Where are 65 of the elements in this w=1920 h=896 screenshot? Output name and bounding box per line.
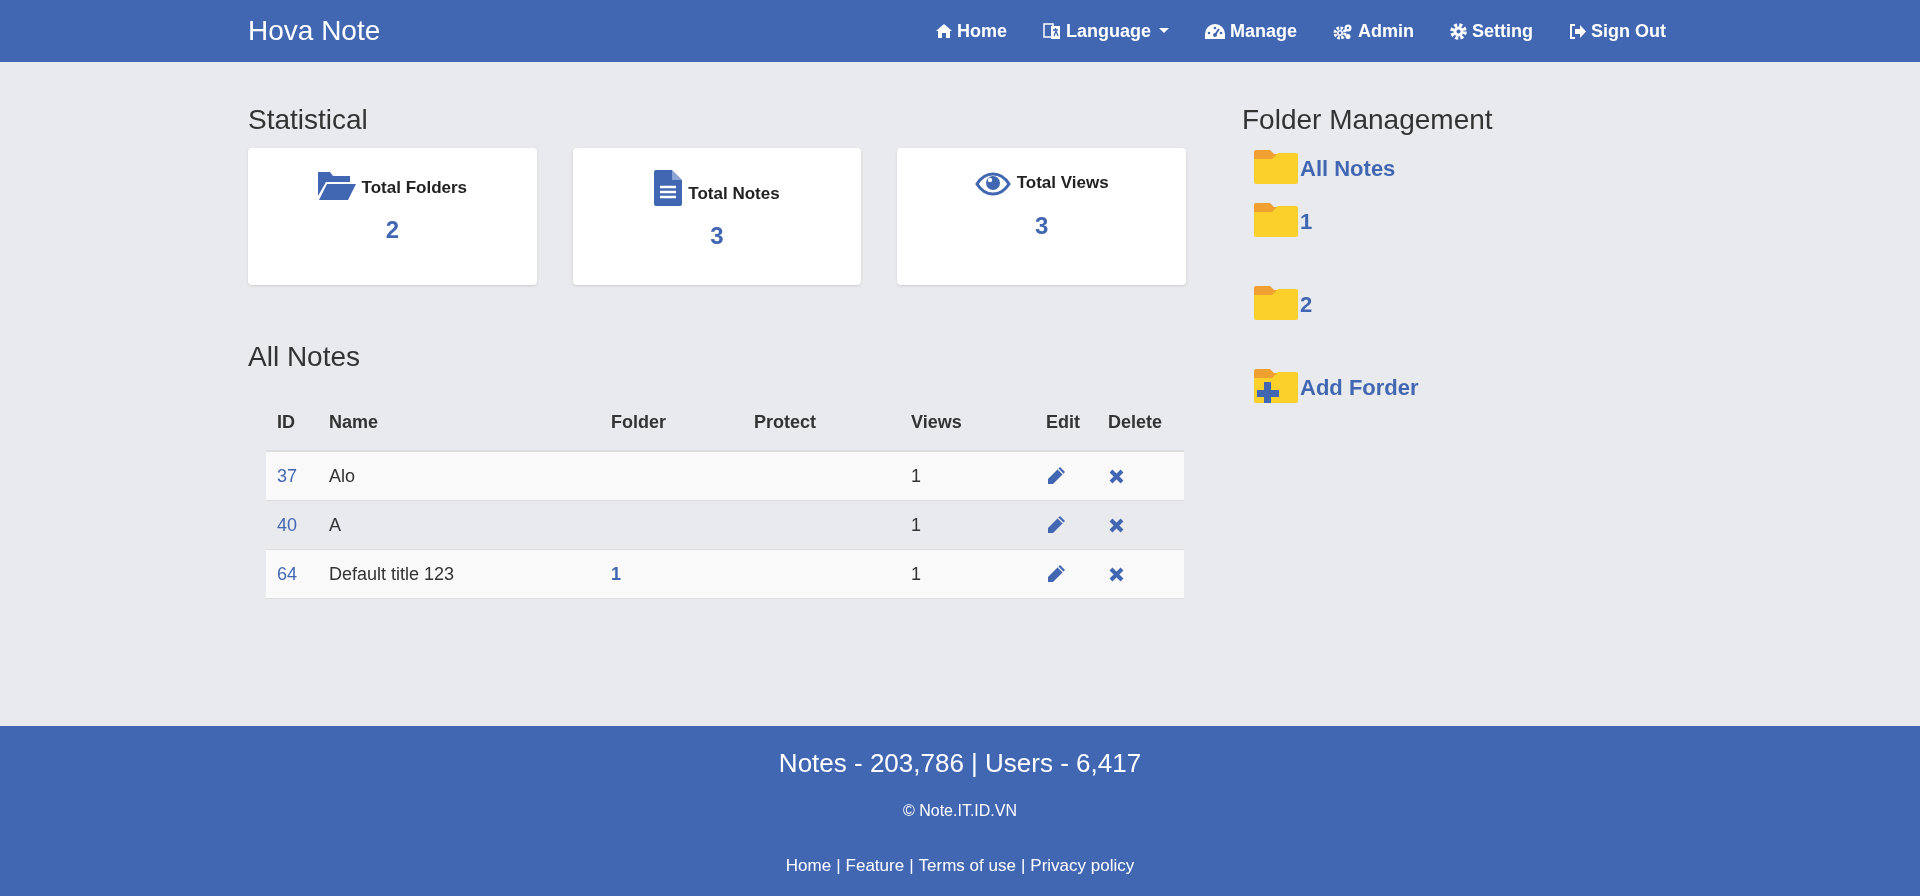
nav-link[interactable]: Setting [1450, 17, 1533, 45]
stat-label: Total Notes [688, 182, 780, 205]
note-id-link[interactable]: 40 [277, 511, 298, 539]
stat-value: 2 [385, 215, 399, 245]
table-cell-text: Alo [329, 464, 355, 488]
separator: | [1019, 855, 1027, 877]
column-header: Edit [1045, 411, 1081, 434]
table-cell-text: 1 [911, 562, 921, 586]
add-folder-link[interactable]: Add Forder [1254, 369, 1672, 404]
document-icon [654, 170, 683, 206]
stat-value: 3 [710, 221, 724, 251]
table-cell-text: 1 [911, 513, 921, 537]
delete-icon[interactable] [1108, 516, 1125, 534]
sign-out-icon [1569, 23, 1586, 39]
copyright-text: © Note.IT.ID.VN [902, 801, 1017, 821]
delete-icon[interactable] [1108, 467, 1125, 485]
home-icon [935, 24, 952, 38]
footer-link[interactable]: Feature [845, 853, 905, 879]
folder-link[interactable]: 1 [1254, 203, 1672, 238]
section-heading: Statistical [248, 106, 369, 134]
stat-label: Total Views [1016, 172, 1109, 194]
table-cell-text: 1 [911, 464, 921, 488]
table-cell-text: Default title 123 [329, 562, 455, 586]
stat-label: Total Folders [361, 176, 468, 199]
folder-link[interactable]: All Notes [1254, 150, 1672, 185]
folder-icon [1254, 203, 1298, 237]
note-id-link[interactable]: 37 [277, 462, 298, 490]
translate-icon [1042, 22, 1061, 40]
footer-link[interactable]: Terms of use [918, 853, 1016, 879]
column-header: Name [328, 411, 380, 434]
pencil-icon[interactable] [1046, 466, 1066, 486]
eye-icon [974, 171, 1011, 196]
folder-icon [317, 170, 356, 200]
column-header: Folder [610, 411, 667, 434]
footer-link[interactable]: Privacy policy [1030, 853, 1135, 879]
site-stats: Notes - 203,786 | Users - 6,417 [778, 747, 1142, 780]
folder-icon [1254, 150, 1298, 184]
nav-link[interactable]: Sign Out [1569, 17, 1666, 45]
separator: | [835, 855, 842, 877]
delete-icon[interactable] [1108, 565, 1125, 583]
brand-link[interactable]: Hova Note [248, 10, 381, 52]
add-folder-icon [1254, 369, 1298, 403]
folder-link[interactable]: 2 [1254, 286, 1672, 321]
column-header: Views [910, 411, 963, 434]
folder-icon [1254, 286, 1298, 320]
nav-link[interactable]: Manage [1204, 17, 1297, 45]
folder-link[interactable]: 1 [611, 560, 621, 588]
gears-icon [1333, 22, 1353, 40]
nav-link[interactable]: Admin [1333, 17, 1414, 45]
nav-link[interactable]: Language [1042, 17, 1169, 45]
footer-link[interactable]: Home [785, 853, 832, 879]
table-cell-text: A [329, 513, 341, 537]
pencil-icon[interactable] [1046, 515, 1066, 535]
note-id-link[interactable]: 64 [277, 560, 298, 588]
nav-link[interactable]: Home [935, 17, 1007, 45]
column-header: Protect [753, 411, 817, 434]
column-header: Delete [1107, 411, 1164, 434]
column-header: ID [276, 411, 296, 434]
section-heading: All Notes [248, 343, 362, 371]
section-heading: Folder Management [1242, 106, 1494, 134]
stat-value: 3 [1035, 210, 1049, 241]
dashboard-icon [1204, 23, 1225, 39]
separator: | [908, 855, 915, 877]
settings-icon [1450, 22, 1467, 40]
pencil-icon[interactable] [1046, 564, 1066, 584]
